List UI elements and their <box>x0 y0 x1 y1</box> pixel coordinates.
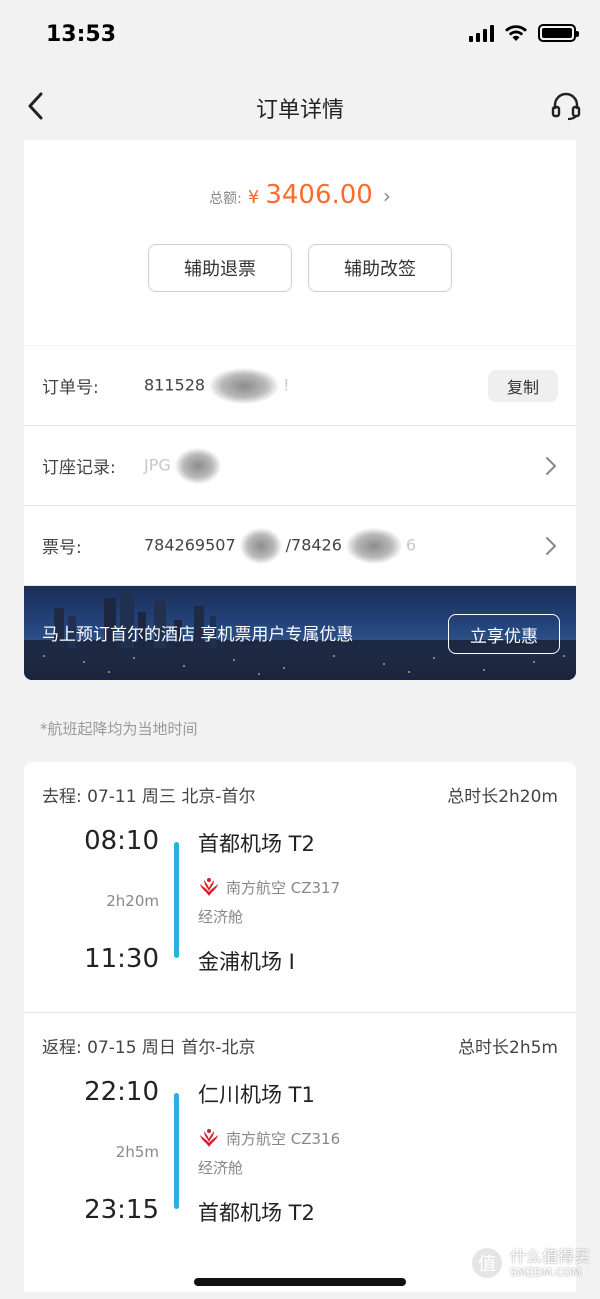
assisted-change-button[interactable]: 辅助改签 <box>308 244 452 292</box>
local-time-note: *航班起降均为当地时间 <box>40 720 198 738</box>
flight-duration: 2h20m <box>106 892 159 910</box>
airline-info: 南方航空 CZ316 <box>198 1127 340 1149</box>
battery-icon <box>538 24 579 42</box>
page-title: 订单详情 <box>255 98 344 123</box>
nav-bar: 订单详情 <box>0 80 600 132</box>
china-southern-logo-icon <box>200 878 218 896</box>
cabin-class: 经济舱 <box>198 908 244 926</box>
leg-header: 去程: 07-11 周三 北京-首尔 总时长2h20m <box>42 782 558 807</box>
leg-total-duration: 总时长2h5m <box>458 1038 558 1058</box>
ticket-number-row[interactable]: 票号: 784269507/78426 6 <box>24 506 576 586</box>
return-leg[interactable]: 返程: 07-15 周日 首尔-北京 总时长2h5m 22:10 2h5m 23… <box>24 1012 576 1262</box>
arrival-time: 23:15 <box>84 1195 159 1225</box>
flight-itinerary-card: 去程: 07-11 周三 北京-首尔 总时长2h20m 08:10 2h20m … <box>24 762 576 1292</box>
order-number-row: 订单号: 811528! 复制 <box>24 346 576 426</box>
booking-record-label: 订座记录: <box>42 458 116 478</box>
leg-total-duration: 总时长2h20m <box>447 787 558 807</box>
departure-time: 08:10 <box>84 826 159 856</box>
order-summary-card: 总额: ¥ 3406.00 › 辅助退票 辅助改签 <box>24 140 576 345</box>
order-number-value: 811528! <box>144 367 290 404</box>
airline-flight: 南方航空 CZ316 <box>226 1129 341 1148</box>
order-number-label: 订单号: <box>42 378 99 398</box>
copy-button[interactable]: 复制 <box>488 369 558 402</box>
redacted-blur <box>209 367 280 404</box>
wifi-icon <box>505 25 527 41</box>
promo-text: 马上预订首尔的酒店 享机票用户专属优惠 <box>42 625 354 645</box>
departure-time: 22:10 <box>84 1077 159 1107</box>
currency-symbol: ¥ <box>247 187 260 208</box>
status-icons <box>469 24 579 42</box>
airline-info: 南方航空 CZ317 <box>198 876 340 898</box>
departure-airport: 首都机场 T2 <box>198 832 315 856</box>
home-indicator <box>194 1278 406 1286</box>
watermark: 值 什么值得买 SMZDM.COM <box>469 1246 590 1280</box>
outbound-leg[interactable]: 去程: 07-11 周三 北京-首尔 总时长2h20m 08:10 2h20m … <box>24 762 576 1012</box>
status-time: 13:53 <box>46 22 117 47</box>
redacted-blur <box>174 447 221 484</box>
departure-airport: 仁川机场 T1 <box>198 1083 315 1107</box>
leg-route: 去程: 07-11 周三 北京-首尔 <box>42 787 256 807</box>
customer-service-button[interactable] <box>550 90 582 122</box>
booking-record-value: JPG <box>144 447 225 484</box>
leg-route: 返程: 07-15 周日 首尔-北京 <box>42 1038 256 1058</box>
total-amount: 3406.00 <box>265 180 373 210</box>
leg-header: 返程: 07-15 周日 首尔-北京 总时长2h5m <box>42 1033 558 1058</box>
china-southern-logo-icon <box>200 1129 218 1147</box>
arrival-airport: 首都机场 T2 <box>198 1201 315 1225</box>
watermark-subtext: SMZDM.COM <box>509 1265 582 1279</box>
ticket-number-label: 票号: <box>42 538 82 558</box>
chevron-right-icon <box>546 536 557 555</box>
assisted-refund-button[interactable]: 辅助退票 <box>148 244 292 292</box>
hotel-promo-banner[interactable]: 马上预订首尔的酒店 享机票用户专属优惠 立享优惠 <box>24 586 576 680</box>
cellular-signal-icon <box>469 24 494 42</box>
redacted-blur <box>239 527 282 564</box>
flight-duration: 2h5m <box>115 1143 159 1161</box>
ticket-number-value: 784269507/78426 6 <box>144 527 416 564</box>
status-bar: 13:53 <box>0 0 600 72</box>
timeline-bar <box>174 1093 179 1209</box>
airline-flight: 南方航空 CZ317 <box>226 878 341 897</box>
booking-record-row[interactable]: 订座记录: JPG <box>24 426 576 506</box>
timeline-bar <box>174 842 179 958</box>
headset-icon <box>551 92 581 121</box>
chevron-right-icon <box>546 456 557 475</box>
chevron-right-icon: › <box>382 184 391 208</box>
redacted-blur <box>345 527 402 564</box>
total-amount-row[interactable]: 总额: ¥ 3406.00 › <box>24 180 576 210</box>
arrival-airport: 金浦机场 I <box>198 950 295 974</box>
cabin-class: 经济舱 <box>198 1159 244 1177</box>
order-info-card: 订单号: 811528! 复制 订座记录: JPG 票号: 784269507/… <box>24 346 576 680</box>
arrival-time: 11:30 <box>84 944 159 974</box>
watermark-logo: 值 <box>469 1246 504 1280</box>
total-label: 总额: <box>209 191 242 207</box>
claim-offer-button[interactable]: 立享优惠 <box>448 614 560 654</box>
watermark-text: 什么值得买 <box>509 1246 590 1266</box>
action-buttons: 辅助退票 辅助改签 <box>24 244 576 292</box>
